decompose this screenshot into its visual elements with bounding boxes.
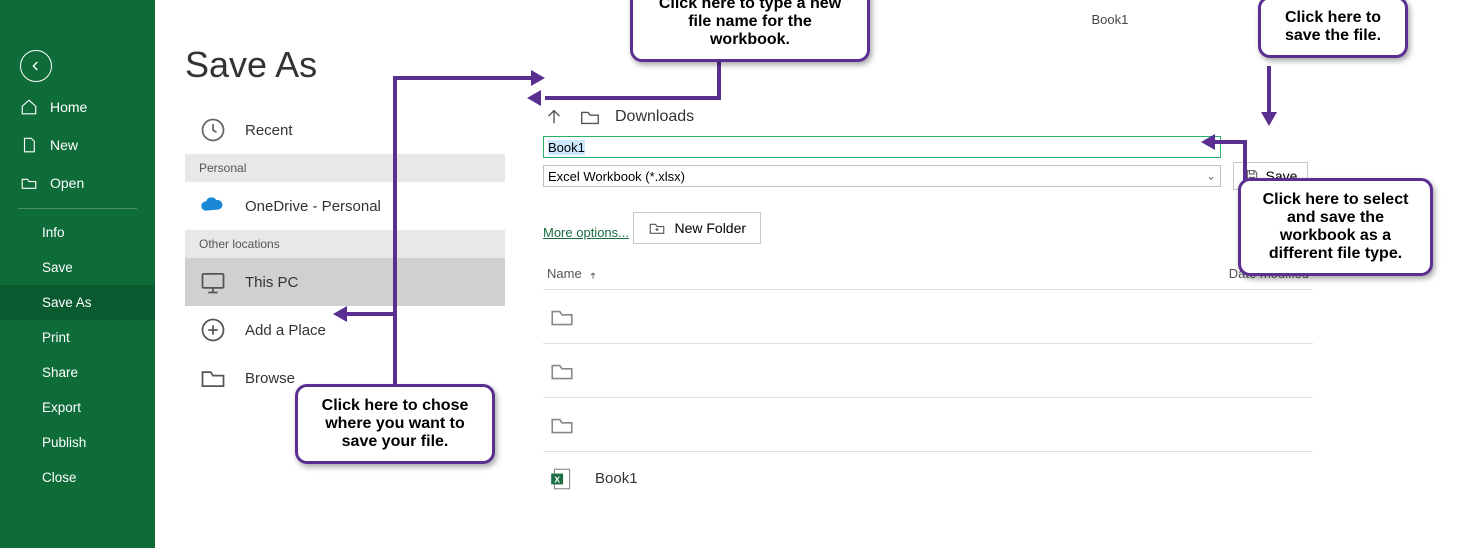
sidebar-label-saveas: Save As [42,295,92,310]
file-list-header: Name Date modified [543,266,1313,289]
sidebar-item-save-as[interactable]: Save As [0,285,155,320]
onedrive-icon [199,192,227,220]
list-item[interactable] [543,343,1313,397]
new-folder-button[interactable]: New Folder [633,212,761,244]
new-folder-icon [648,219,666,237]
svg-text:X: X [554,474,560,484]
window-title: Book1 [1092,12,1129,27]
sidebar-item-publish[interactable]: Publish [0,425,155,460]
column-header-name[interactable]: Name [547,266,598,281]
back-button[interactable] [20,50,52,82]
callout-filetype: Click here to select and save the workbo… [1238,178,1433,276]
more-options-link[interactable]: More options... [543,225,629,240]
sidebar-label-publish: Publish [42,435,86,450]
arrow-head-icon [1201,134,1215,150]
list-item-label: Book1 [595,470,638,487]
location-label: Recent [245,122,293,139]
backstage-sidebar: Home New Open Info Save Save As Print Sh… [0,0,155,548]
list-item[interactable] [543,289,1313,343]
callout-arrow [545,96,721,100]
sidebar-item-save[interactable]: Save [0,250,155,285]
browse-icon [199,364,227,392]
sidebar-label-close: Close [42,470,77,485]
folder-icon [547,304,577,330]
location-onedrive[interactable]: OneDrive - Personal [185,182,505,230]
callout-arrow [393,312,397,384]
folder-icon [579,106,601,128]
file-list: X Book1 [543,289,1313,505]
sidebar-item-open[interactable]: Open [0,164,155,202]
callout-filename: Click here to type a new file name for t… [630,0,870,62]
list-item[interactable]: X Book1 [543,451,1313,505]
locations-section-other: Other locations [185,230,505,258]
sidebar-label-share: Share [42,365,78,380]
locations-section-personal: Personal [185,154,505,182]
list-item[interactable] [543,397,1313,451]
home-icon [20,98,38,116]
sidebar-item-share[interactable]: Share [0,355,155,390]
location-this-pc[interactable]: This PC [185,258,505,306]
arrow-head-icon [1261,112,1277,126]
callout-arrow [1267,66,1271,114]
chevron-down-icon [1206,171,1216,181]
location-label: This PC [245,274,298,291]
location-label: OneDrive - Personal [245,198,381,215]
callout-save: Click here to save the file. [1258,0,1408,58]
arrow-head-icon [531,70,545,86]
callout-arrow [393,76,397,312]
this-pc-icon [199,268,227,296]
new-folder-label: New Folder [674,220,746,236]
sidebar-label-export: Export [42,400,81,415]
excel-file-icon: X [547,466,577,492]
folder-icon [547,412,577,438]
up-arrow-icon[interactable] [543,106,565,128]
sidebar-item-new[interactable]: New [0,126,155,164]
sidebar-label-info: Info [42,225,65,240]
folder-icon [547,358,577,384]
sidebar-label-save: Save [42,260,73,275]
breadcrumb-label[interactable]: Downloads [615,108,694,126]
new-icon [20,136,38,154]
filetype-selected-label: Excel Workbook (*.xlsx) [548,169,685,184]
file-panel: Downloads Excel Workbook (*.xlsx) Save M… [543,106,1438,505]
sidebar-label-new: New [50,137,78,153]
clock-icon [199,116,227,144]
sidebar-item-info[interactable]: Info [0,215,155,250]
filename-input[interactable] [543,136,1221,158]
sidebar-item-close[interactable]: Close [0,460,155,495]
filetype-select[interactable]: Excel Workbook (*.xlsx) [543,165,1221,187]
sidebar-item-home[interactable]: Home [0,88,155,126]
main-panel: Book1 Save As Recent Personal OneDrive -… [155,0,1468,548]
sidebar-label-home: Home [50,99,87,115]
arrow-head-icon [527,90,541,106]
sidebar-label-print: Print [42,330,70,345]
sidebar-item-print[interactable]: Print [0,320,155,355]
sort-asc-icon [588,269,598,279]
open-icon [20,174,38,192]
sidebar-item-export[interactable]: Export [0,390,155,425]
callout-arrow [1213,140,1247,144]
callout-arrow [393,76,533,80]
add-place-icon [199,316,227,344]
callout-arrow [717,60,721,96]
sidebar-label-open: Open [50,175,84,191]
location-recent[interactable]: Recent [185,106,505,154]
callout-location: Click here to chose where you want to sa… [295,384,495,464]
arrow-head-icon [333,306,347,322]
callout-arrow [345,312,397,316]
callout-arrow [1243,140,1247,180]
location-label: Add a Place [245,322,326,339]
location-label: Browse [245,370,295,387]
